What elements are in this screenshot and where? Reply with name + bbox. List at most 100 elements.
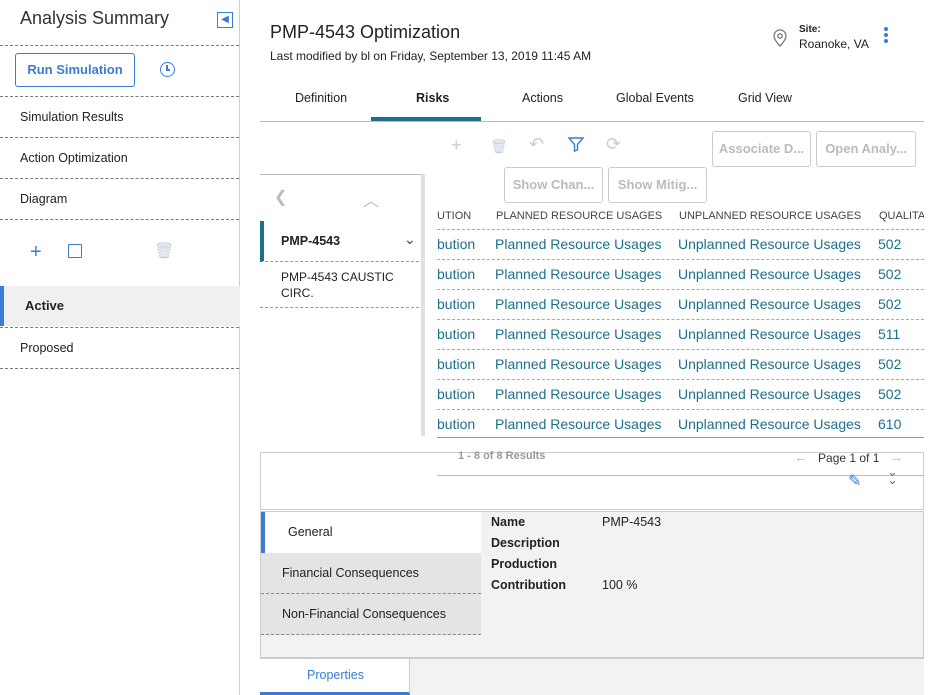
sidebar-item-simulation-results[interactable]: Simulation Results — [20, 110, 124, 124]
table-cell[interactable]: 502 — [878, 236, 901, 252]
table-cell[interactable]: Unplanned Resource Usages — [678, 386, 861, 402]
table-cell[interactable]: bution — [437, 416, 475, 432]
risks-grid: UTION PLANNED RESOURCE USAGES UNPLANNED … — [437, 204, 924, 438]
next-page-icon[interactable]: → — [889, 449, 903, 465]
table-cell[interactable]: bution — [437, 326, 475, 342]
history-icon[interactable] — [160, 62, 175, 77]
column-header[interactable]: QUALITA — [879, 210, 924, 222]
table-row: bution Planned Resource Usages Unplanned… — [437, 409, 924, 438]
scenario-proposed[interactable]: Proposed — [20, 341, 74, 355]
table-cell[interactable]: 502 — [878, 386, 901, 402]
column-header[interactable]: PLANNED RESOURCE USAGES — [496, 210, 662, 222]
more-options-icon[interactable] — [884, 27, 888, 43]
asset-item-selected[interactable]: PMP-4543 ⌄ — [260, 221, 424, 262]
filter-icon[interactable] — [568, 137, 584, 152]
page-title: PMP-4543 Optimization — [270, 22, 461, 42]
table-cell[interactable]: 502 — [878, 266, 901, 282]
table-cell[interactable]: Unplanned Resource Usages — [678, 296, 861, 312]
table-cell[interactable]: bution — [437, 236, 475, 252]
asset-item[interactable]: PMP-4543 CAUSTIC CIRC. — [281, 269, 421, 301]
show-changes-button[interactable]: Show Chan... — [504, 167, 603, 203]
page-indicator: Page 1 of 1 — [818, 451, 880, 465]
table-cell[interactable]: Planned Resource Usages — [495, 356, 662, 372]
sidebar-item-action-optimization[interactable]: Action Optimization — [20, 151, 128, 165]
tab-general-label: General — [288, 525, 333, 539]
tab-properties-label: Properties — [307, 668, 364, 682]
delete-icon: 🗑 — [154, 243, 175, 260]
table-cell[interactable]: Planned Resource Usages — [495, 236, 662, 252]
bottom-tab-strip — [410, 658, 924, 695]
table-row: bution Planned Resource Usages Unplanned… — [437, 289, 924, 319]
table-cell[interactable]: Planned Resource Usages — [495, 416, 662, 432]
chevron-up-icon[interactable]: ︿ — [363, 187, 379, 211]
table-cell[interactable]: bution — [437, 356, 475, 372]
asset-list-scrollbar[interactable] — [421, 174, 425, 436]
pagination: ← Page 1 of 1 → — [794, 449, 903, 465]
edit-icon[interactable]: ✎ — [848, 471, 861, 491]
divider — [437, 437, 924, 438]
divider — [0, 45, 239, 46]
table-cell[interactable]: 610 — [878, 416, 901, 432]
delete-icon: 🗑 — [490, 138, 508, 154]
add-icon: + — [451, 135, 462, 155]
run-simulation-button[interactable]: Run Simulation — [15, 53, 135, 87]
table-cell[interactable]: 502 — [878, 296, 901, 312]
collapse-sidebar-icon[interactable]: ◀ — [217, 12, 233, 28]
refresh-icon: ⟳ — [606, 134, 622, 154]
tab-properties[interactable]: Properties — [260, 658, 410, 695]
site-label: Site: — [799, 24, 821, 35]
field-value-name: PMP-4543 — [602, 515, 662, 529]
table-cell[interactable]: Planned Resource Usages — [495, 266, 662, 282]
column-header[interactable]: UTION — [437, 210, 471, 222]
expand-icon[interactable]: ⌄ ⌄ — [887, 465, 898, 486]
table-cell[interactable]: Unplanned Resource Usages — [678, 266, 861, 282]
table-cell[interactable]: Unplanned Resource Usages — [678, 356, 861, 372]
tab-bar: Definition Risks Actions Global Events G… — [260, 82, 924, 122]
asset-item-label: PMP-4543 — [281, 234, 341, 248]
table-cell[interactable]: bution — [437, 386, 475, 402]
table-cell[interactable]: Unplanned Resource Usages — [678, 416, 861, 432]
table-cell[interactable]: Unplanned Resource Usages — [678, 236, 861, 252]
divider — [0, 327, 239, 328]
table-row: bution Planned Resource Usages Unplanned… — [437, 379, 924, 409]
associate-button[interactable]: Associate D... — [712, 131, 811, 167]
copy-icon[interactable] — [68, 244, 82, 258]
column-header[interactable]: UNPLANNED RESOURCE USAGES — [679, 210, 861, 222]
scenario-active[interactable]: Active — [0, 286, 240, 326]
tab-grid-view[interactable]: Grid View — [738, 91, 792, 105]
location-pin-icon — [773, 29, 787, 47]
asset-list-panel: ❮ ︿ PMP-4543 ⌄ PMP-4543 CAUSTIC CIRC. — [260, 174, 425, 436]
tab-non-financial-consequences[interactable]: Non-Financial Consequences — [261, 594, 481, 635]
divider — [0, 96, 239, 97]
table-cell[interactable]: bution — [437, 296, 475, 312]
divider — [0, 178, 239, 179]
chevron-left-icon[interactable]: ❮ — [274, 187, 287, 207]
results-count: 1 - 8 of 8 Results — [458, 450, 546, 462]
divider — [260, 307, 424, 308]
table-cell[interactable]: Planned Resource Usages — [495, 296, 662, 312]
field-label-name: Name — [491, 515, 526, 529]
tab-risks[interactable]: Risks — [416, 91, 449, 105]
chevron-down-icon[interactable]: ⌄ — [404, 231, 416, 248]
open-analysis-button[interactable]: Open Analy... — [816, 131, 916, 167]
add-icon[interactable]: + — [30, 242, 42, 262]
table-cell[interactable]: Planned Resource Usages — [495, 326, 662, 342]
tab-global-events[interactable]: Global Events — [616, 91, 694, 105]
undo-icon: ↶ — [529, 134, 545, 154]
tab-actions[interactable]: Actions — [522, 91, 563, 105]
table-cell[interactable]: Planned Resource Usages — [495, 386, 662, 402]
tab-financial-consequences[interactable]: Financial Consequences — [261, 553, 481, 594]
tab-general[interactable]: General — [261, 512, 481, 553]
previous-page-icon[interactable]: ← — [794, 449, 808, 465]
divider — [0, 137, 239, 138]
sidebar-item-diagram[interactable]: Diagram — [20, 192, 67, 206]
table-cell[interactable]: bution — [437, 266, 475, 282]
table-cell[interactable]: Unplanned Resource Usages — [678, 326, 861, 342]
table-cell[interactable]: 502 — [878, 356, 901, 372]
divider — [0, 368, 239, 369]
table-row: bution Planned Resource Usages Unplanned… — [437, 259, 924, 289]
tab-definition[interactable]: Definition — [295, 91, 347, 105]
table-cell[interactable]: 511 — [878, 326, 900, 342]
show-mitigation-button[interactable]: Show Mitig... — [608, 167, 707, 203]
divider — [0, 219, 239, 220]
